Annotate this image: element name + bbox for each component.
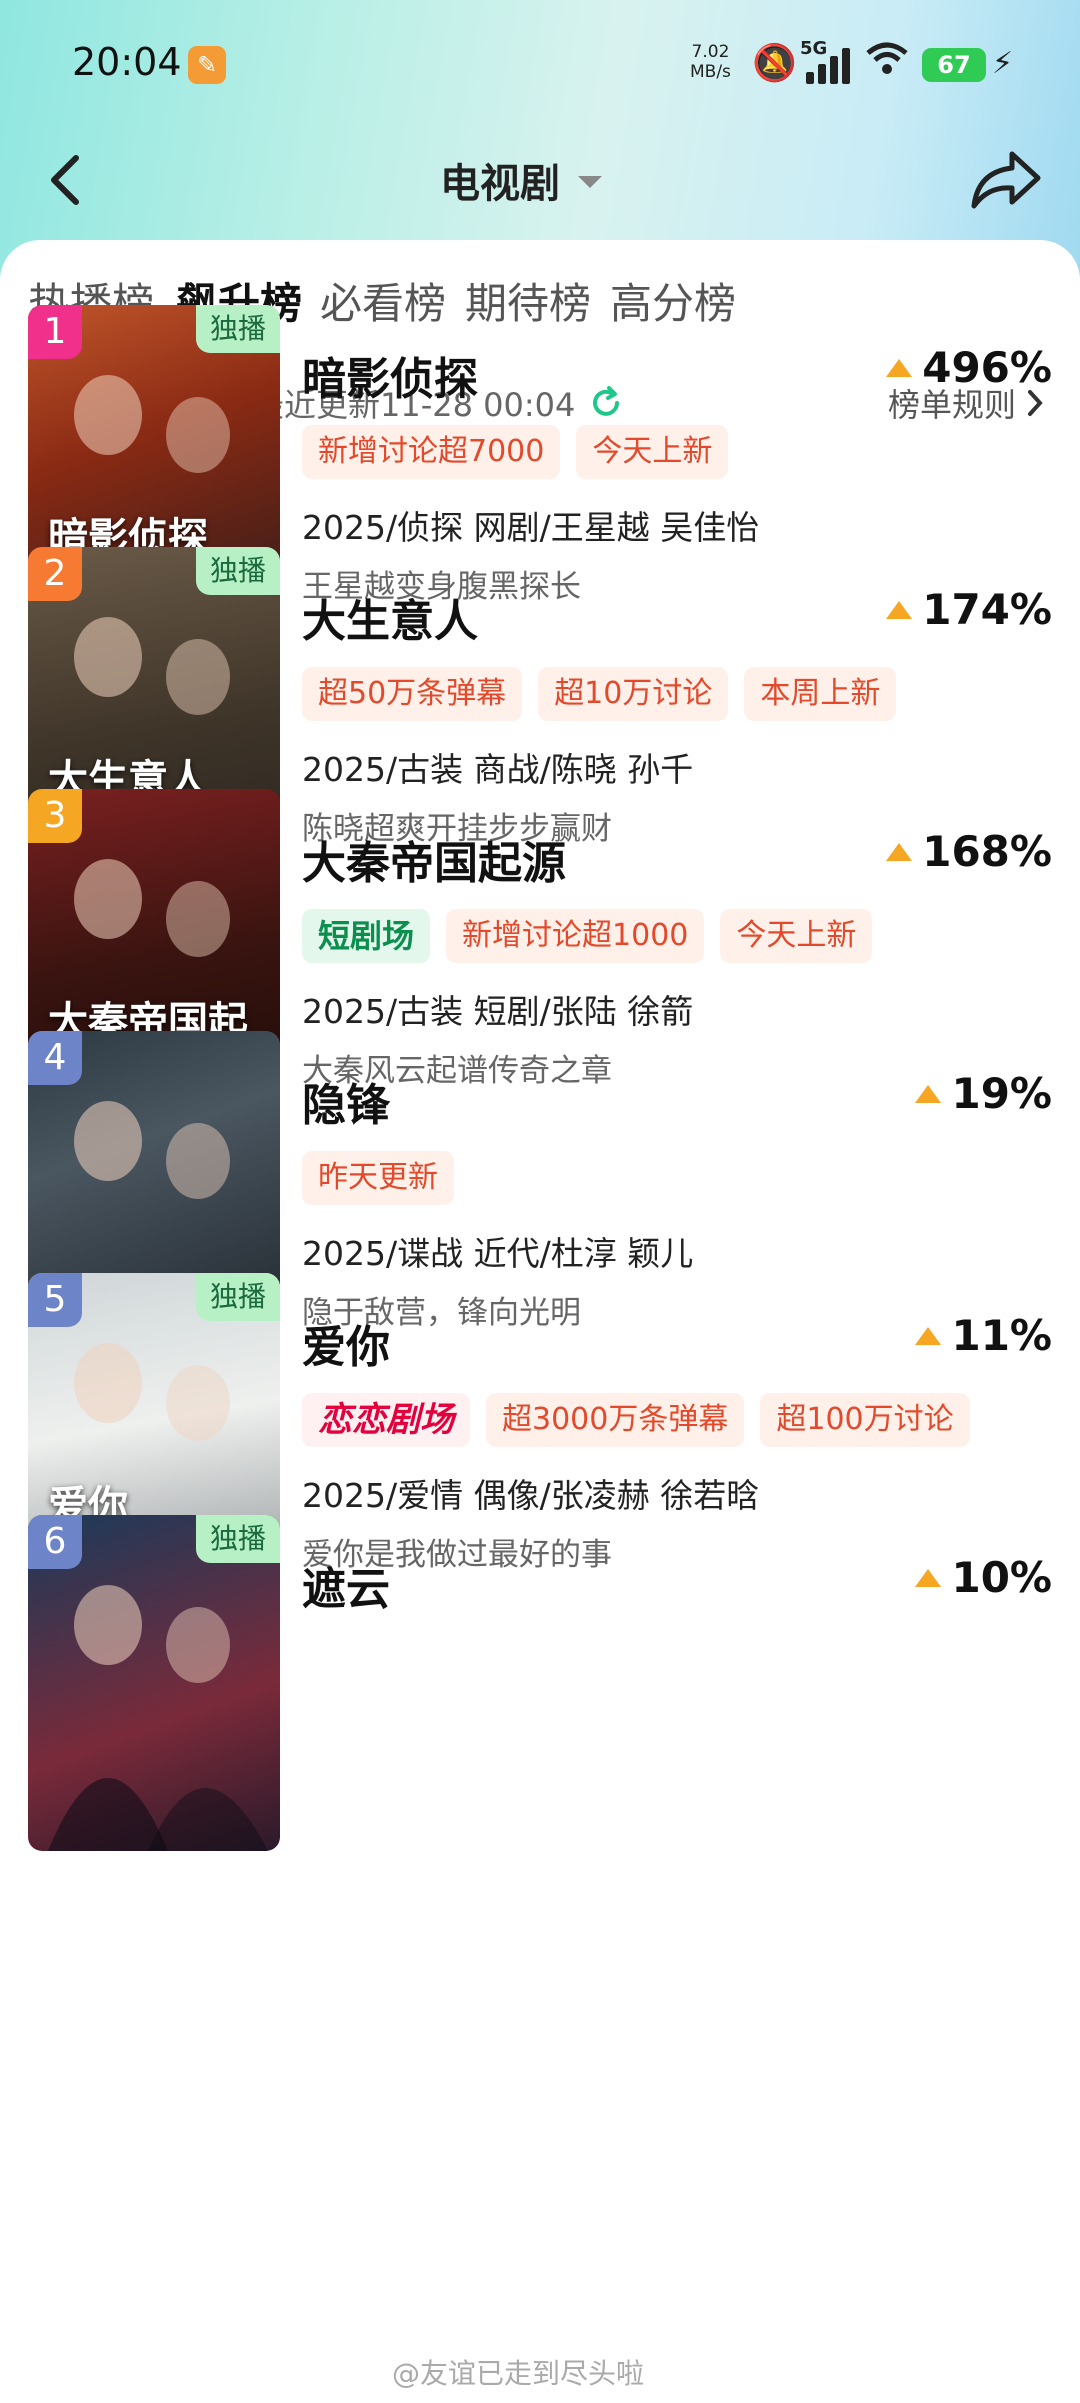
mute-icon: 🔕 bbox=[752, 43, 797, 84]
highlight-tag: 本周上新 bbox=[744, 667, 897, 721]
rise-percent-value: 10% bbox=[951, 1553, 1052, 1602]
tag-row: 短剧场 新增讨论超1000 今天上新 bbox=[302, 909, 873, 963]
category-selector[interactable]: 电视剧 bbox=[440, 150, 602, 210]
rank-badge: 6 bbox=[28, 1515, 82, 1569]
exclusive-badge: 独播 bbox=[195, 305, 280, 353]
show-title[interactable]: 暗影侦探 bbox=[302, 343, 478, 407]
tag-row: 超50万条弹幕 超10万讨论 本周上新 bbox=[302, 667, 897, 721]
tag-row: 恋恋剧场 超3000万条弹幕 超100万讨论 bbox=[302, 1393, 970, 1447]
tag-row: 昨天更新 bbox=[302, 1151, 454, 1205]
up-arrow-icon bbox=[886, 842, 913, 861]
up-arrow-icon bbox=[915, 1568, 942, 1587]
up-arrow-icon bbox=[915, 1084, 942, 1103]
rise-percent: 496% bbox=[886, 343, 1052, 392]
up-arrow-icon bbox=[915, 1326, 942, 1345]
show-title[interactable]: 大秦帝国起源 bbox=[302, 827, 566, 891]
exclusive-badge: 独播 bbox=[195, 547, 280, 595]
highlight-tag: 昨天更新 bbox=[302, 1151, 454, 1205]
exclusive-badge: 独播 bbox=[195, 1273, 280, 1321]
signal-bars-icon bbox=[806, 44, 856, 84]
rank-badge: 1 bbox=[28, 305, 82, 359]
show-meta: 2025/古装 短剧/张陆 徐箭 bbox=[302, 992, 694, 1031]
channel-logo: 恋恋剧场 bbox=[302, 1393, 470, 1447]
rise-percent-value: 11% bbox=[951, 1311, 1052, 1360]
charging-icon: ⚡ bbox=[992, 46, 1014, 81]
highlight-tag: 今天上新 bbox=[720, 909, 873, 963]
item-info: 遮云 10% bbox=[302, 1515, 1052, 1851]
share-button[interactable] bbox=[968, 144, 1044, 216]
highlight-tag: 新增讨论超1000 bbox=[446, 909, 705, 963]
rank-badge: 3 bbox=[28, 789, 82, 843]
rise-percent-value: 168% bbox=[922, 827, 1052, 876]
watermark-text: @友谊已走到尽头啦 bbox=[392, 2357, 645, 2390]
network-speed-value: 7.02 bbox=[691, 42, 730, 62]
ranking-panel: 热播榜 飙升榜 必看榜 期待榜 高分榜 按飙升幅度排行最近更新11-28 00:… bbox=[0, 240, 1080, 2403]
back-arrow-icon bbox=[51, 155, 79, 205]
network-speed: 7.02 MB/s bbox=[690, 42, 731, 82]
rise-percent: 10% bbox=[915, 1553, 1052, 1602]
channel-logo: 短剧场 bbox=[302, 909, 431, 963]
show-meta: 2025/爱情 偶像/张凌赫 徐若晗 bbox=[302, 1476, 760, 1515]
show-meta: 2025/古装 商战/陈晓 孙千 bbox=[302, 750, 694, 789]
rise-percent: 168% bbox=[886, 827, 1052, 876]
chevron-down-icon bbox=[578, 176, 602, 188]
poster-image[interactable]: 6 独播 bbox=[28, 1515, 280, 1851]
show-title[interactable]: 隐锋 bbox=[302, 1069, 390, 1133]
rise-percent-value: 496% bbox=[922, 343, 1052, 392]
exclusive-badge: 独播 bbox=[195, 1515, 280, 1563]
page-title: 电视剧 bbox=[440, 161, 560, 207]
rise-percent-value: 174% bbox=[922, 585, 1052, 634]
show-title[interactable]: 遮云 bbox=[302, 1553, 390, 1617]
rise-percent: 11% bbox=[915, 1311, 1052, 1360]
battery-indicator: 67 bbox=[922, 48, 986, 82]
highlight-tag: 超100万讨论 bbox=[760, 1393, 970, 1447]
rank-badge: 5 bbox=[28, 1273, 82, 1327]
top-nav: 电视剧 bbox=[0, 140, 1080, 220]
notification-app-icon: ✎ bbox=[188, 46, 226, 84]
rise-percent: 174% bbox=[886, 585, 1052, 634]
highlight-tag: 超50万条弹幕 bbox=[302, 667, 523, 721]
back-button[interactable] bbox=[40, 140, 100, 220]
show-meta: 2025/侦探 网剧/王星越 吴佳怡 bbox=[302, 508, 760, 547]
share-icon bbox=[971, 151, 1041, 209]
status-time: 20:04 bbox=[72, 40, 182, 84]
highlight-tag: 今天上新 bbox=[576, 425, 729, 479]
rise-percent-value: 19% bbox=[951, 1069, 1052, 1118]
highlight-tag: 超10万讨论 bbox=[538, 667, 729, 721]
status-bar: 20:04 ✎ 7.02 MB/s 🔕 5G 67 ⚡ bbox=[0, 30, 1080, 100]
wifi-icon bbox=[866, 40, 908, 84]
show-title[interactable]: 大生意人 bbox=[302, 585, 478, 649]
up-arrow-icon bbox=[886, 600, 913, 619]
highlight-tag: 新增讨论超7000 bbox=[302, 425, 561, 479]
show-title[interactable]: 爱你 bbox=[302, 1311, 390, 1375]
tag-row: 新增讨论超7000 今天上新 bbox=[302, 425, 729, 479]
rank-badge: 4 bbox=[28, 1031, 82, 1085]
rank-badge: 2 bbox=[28, 547, 82, 601]
ranking-item[interactable]: 6 独播 遮云 10% bbox=[0, 1515, 1080, 1855]
rise-percent: 19% bbox=[915, 1069, 1052, 1118]
network-speed-unit: MB/s bbox=[690, 62, 731, 82]
highlight-tag: 超3000万条弹幕 bbox=[486, 1393, 745, 1447]
up-arrow-icon bbox=[886, 358, 913, 377]
show-meta: 2025/谍战 近代/杜淳 颖儿 bbox=[302, 1234, 694, 1273]
